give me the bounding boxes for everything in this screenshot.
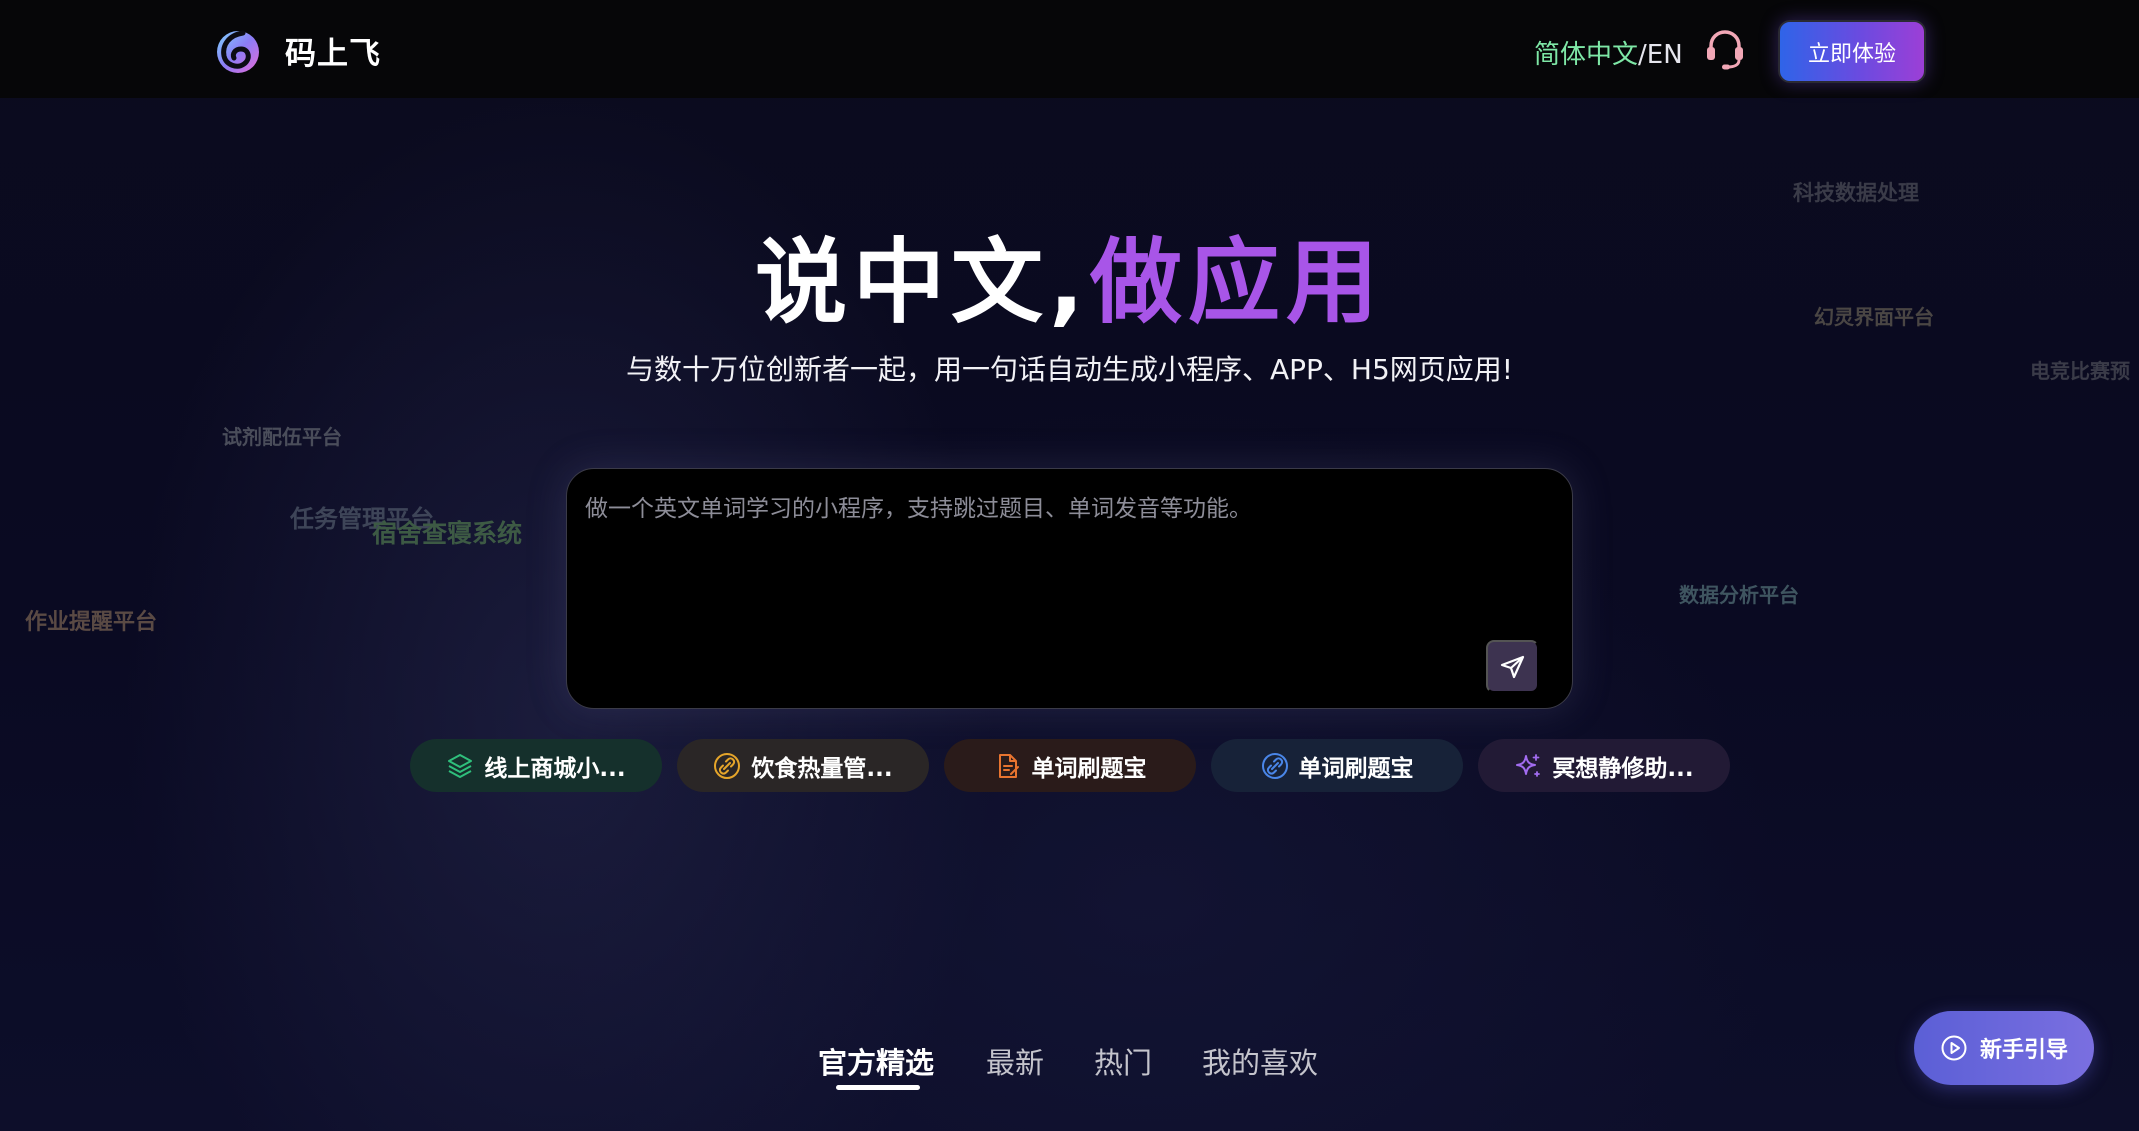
active-tab-indicator [836,1085,920,1090]
prompt-input[interactable] [585,489,1545,649]
brand-logo[interactable]: 码上飞 [213,23,381,77]
floating-tag[interactable]: 试剂配伍平台 [222,421,342,450]
tab-latest[interactable]: 最新 [986,1040,1044,1082]
page: 码上飞 简体中文/EN 立即体验 科技数据处理 幻灵界面平台 电竞比赛预 试剂配… [0,0,2139,1131]
lang-separator: / [1638,40,1647,70]
hero-title: 说中文,做应用 [0,228,2139,338]
beginner-guide-button[interactable]: 新手引导 [1914,1011,2094,1085]
brand-logo-icon [217,30,259,73]
language-switcher[interactable]: 简体中文/EN [1534,34,1683,71]
hero-title-white: 说中文, [755,229,1090,336]
lang-option-en[interactable]: EN [1647,40,1683,70]
guide-label: 新手引导 [1979,1038,2068,1063]
chip-label: 饮食热量管... [751,755,893,782]
try-now-button[interactable]: 立即体验 [1778,20,1926,83]
headset-support-icon[interactable] [1702,26,1748,72]
floating-tag[interactable]: 作业提醒平台 [25,604,157,636]
hero-subtitle: 与数十万位创新者一起，用一句话自动生成小程序、APP、H5网页应用! [625,353,1514,386]
floating-tag[interactable]: 宿舍查寝系统 [372,514,522,550]
tab-popular[interactable]: 热门 [1094,1040,1152,1082]
link-icon [714,752,741,779]
top-nav: 码上飞 简体中文/EN 立即体验 [0,0,2139,98]
lang-option-zh[interactable]: 简体中文 [1534,40,1638,70]
tab-official-picks[interactable]: 官方精选 [818,1040,934,1082]
play-icon [1941,1035,1967,1061]
send-icon [1500,655,1524,678]
suggestion-chip[interactable]: 单词刷题宝 [944,739,1196,792]
sparkle-icon [1516,753,1541,777]
hero-title-accent: 做应用 [1089,229,1384,336]
chip-label: 单词刷题宝 [1031,755,1147,782]
link-icon [1261,752,1288,779]
suggestion-chip[interactable]: 冥想静修助... [1478,739,1730,792]
suggestion-chip[interactable]: 线上商城小... [410,739,662,792]
suggestion-chip[interactable]: 饮食热量管... [677,739,929,792]
brand-name: 码上飞 [285,35,381,72]
suggestion-chip[interactable]: 单词刷题宝 [1211,739,1463,792]
chip-label: 冥想静修助... [1552,755,1694,782]
send-button[interactable] [1486,640,1539,693]
prompt-box [566,468,1573,709]
chip-label: 单词刷题宝 [1298,755,1414,782]
layers-icon [448,753,473,778]
floating-tag[interactable]: 数据分析平台 [1679,579,1799,608]
chip-label: 线上商城小... [484,755,626,782]
tab-my-favorites[interactable]: 我的喜欢 [1202,1040,1318,1082]
document-icon [998,753,1019,778]
floating-tag[interactable]: 科技数据处理 [1793,177,1919,207]
